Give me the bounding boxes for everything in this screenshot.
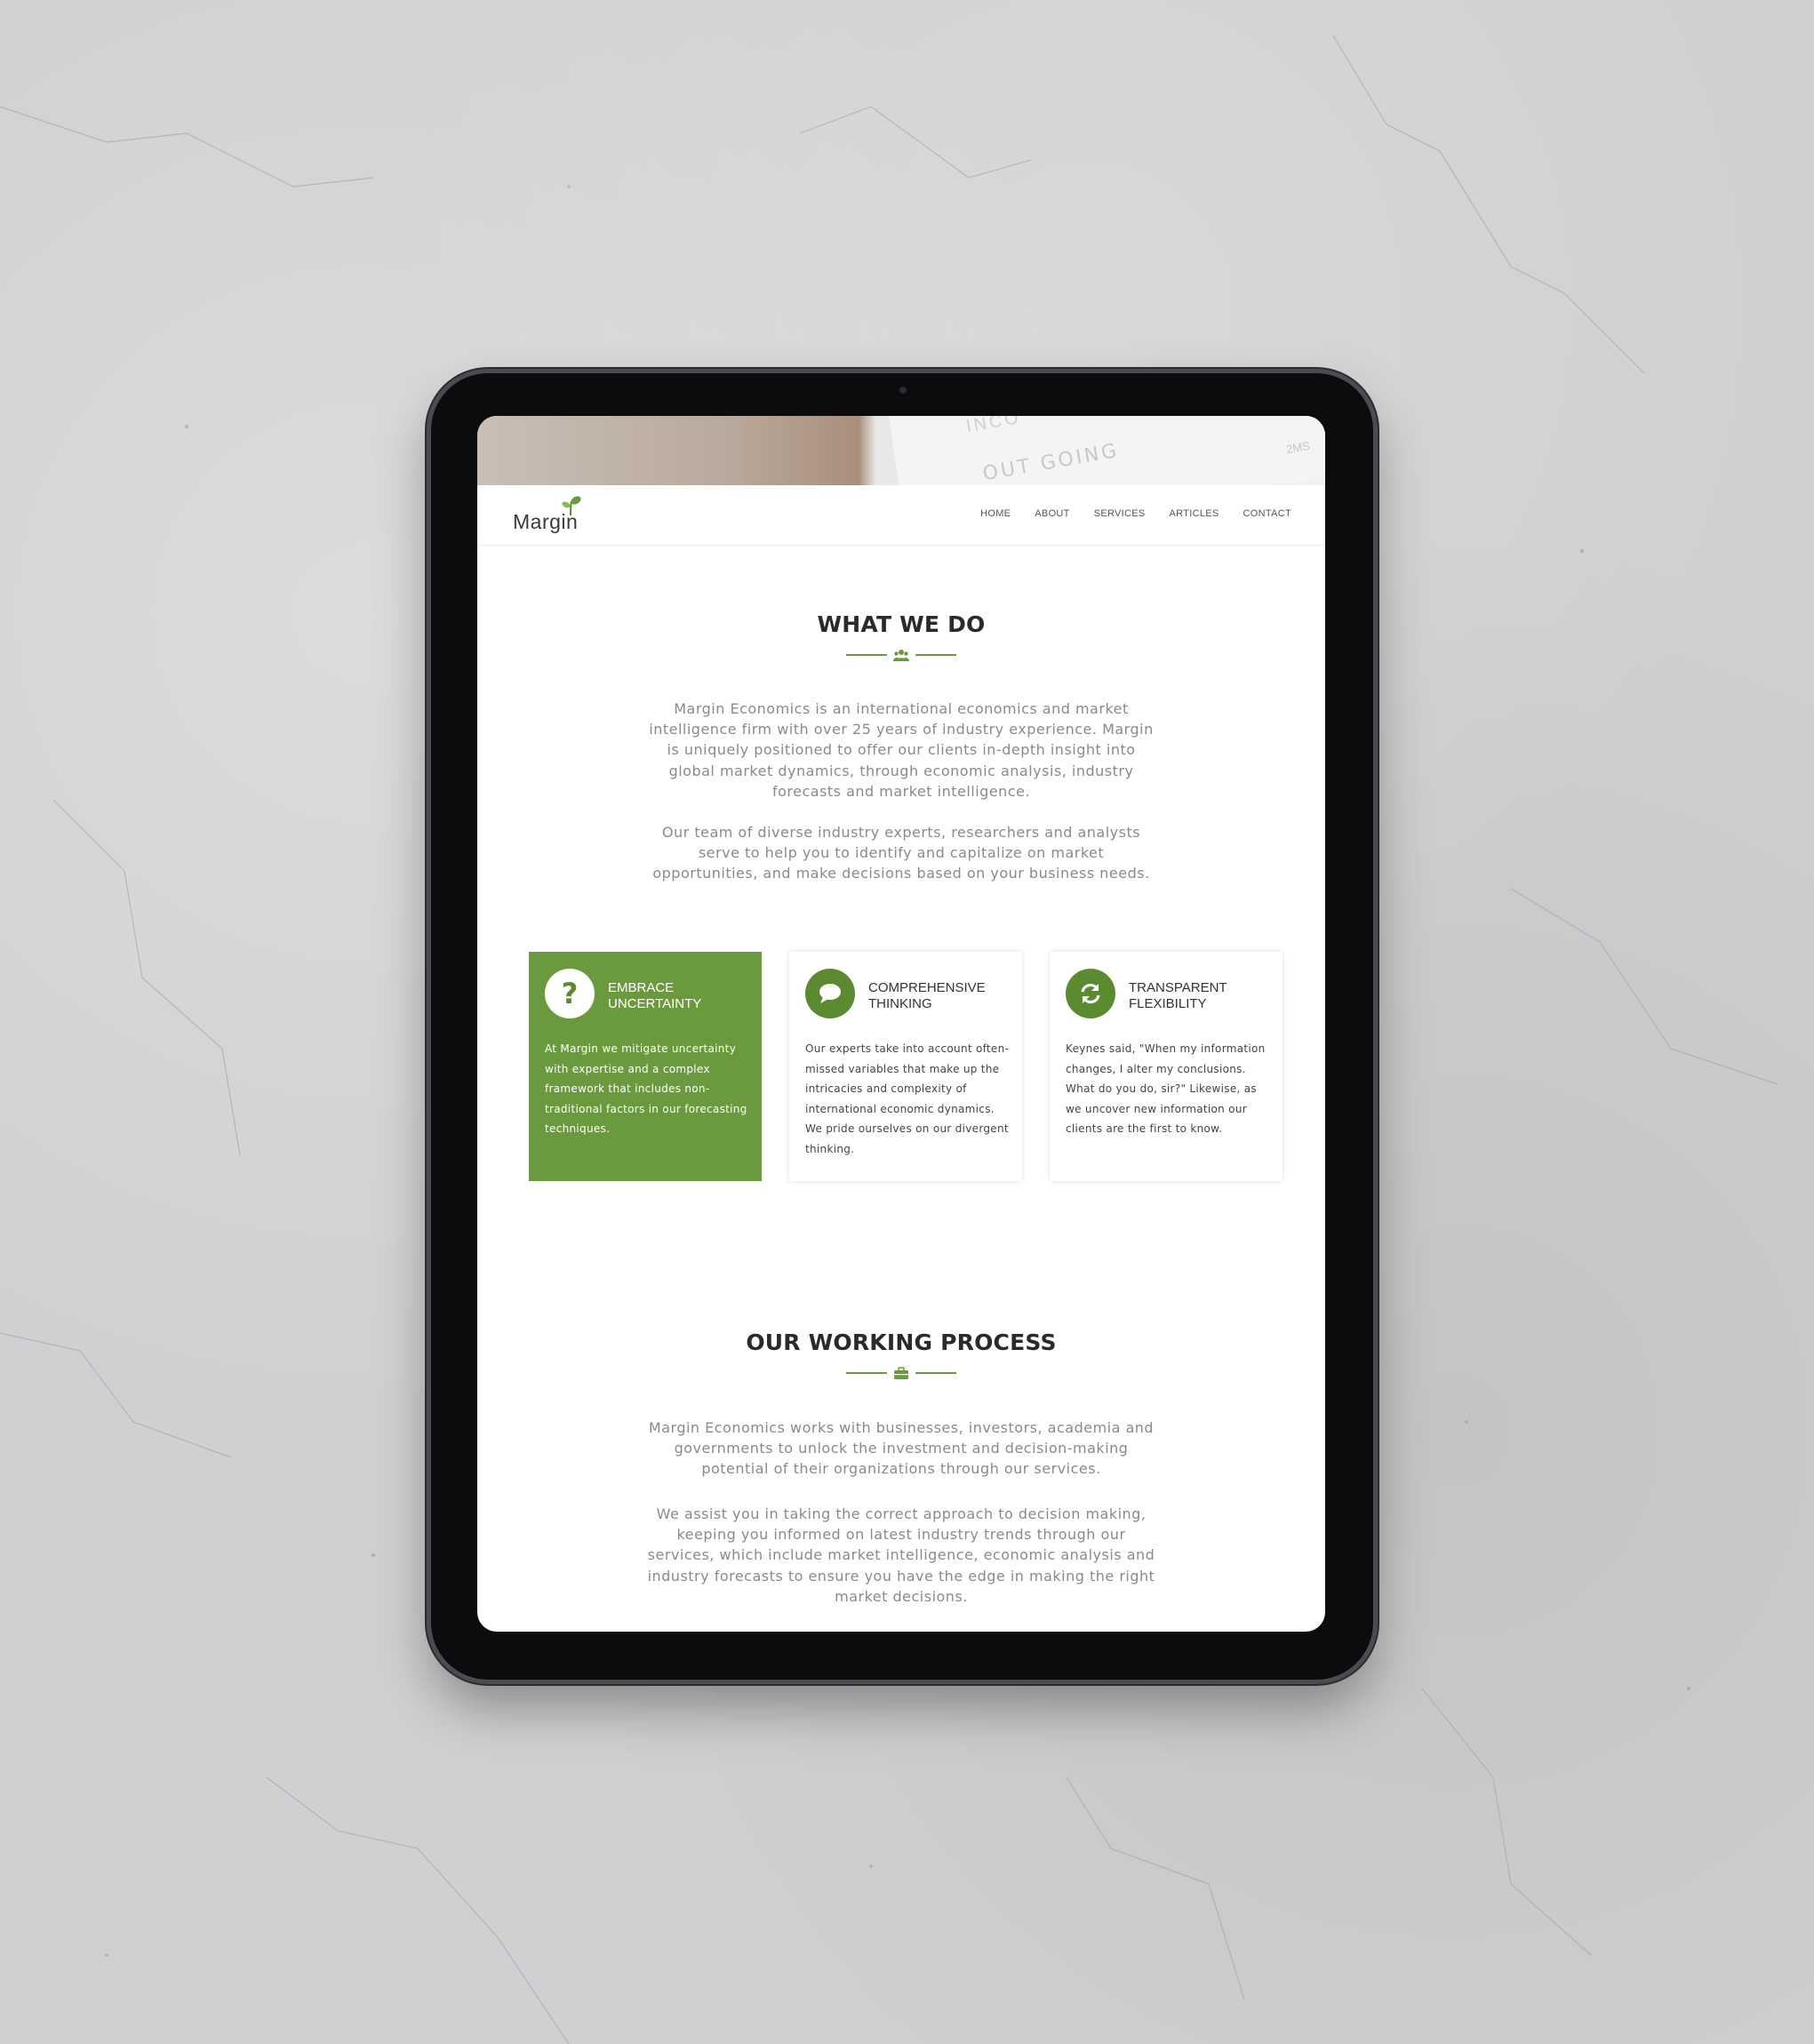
main-nav: HOME ABOUT SERVICES ARTICLES CONTACT — [980, 508, 1291, 519]
nav-item-services[interactable]: SERVICES — [1094, 508, 1146, 519]
tablet-device: INCO OUT GOING 2MS Margin HOME ABOUT SER… — [431, 373, 1373, 1680]
working-process-paragraph-1: Margin Economics works with businesses, … — [648, 1419, 1155, 1478]
front-camera — [899, 387, 907, 394]
card-title: COMPREHENSIVE THINKING — [868, 980, 986, 1011]
website-screen: INCO OUT GOING 2MS Margin HOME ABOUT SER… — [477, 416, 1325, 1632]
question-icon: ? — [561, 977, 579, 1010]
nav-item-home[interactable]: HOME — [980, 508, 1011, 519]
briefcase-icon — [894, 1367, 908, 1379]
card-icon-circle — [1066, 969, 1115, 1018]
card-text: Our experts take into account often-miss… — [805, 1042, 1010, 1155]
what-we-do-title: WHAT WE DO — [817, 611, 986, 637]
card-comprehensive-thinking[interactable]: COMPREHENSIVE THINKING Our experts take … — [789, 952, 1022, 1181]
card-icon-circle — [805, 969, 855, 1018]
margin-logo[interactable]: Margin — [513, 494, 584, 535]
nav-item-contact[interactable]: CONTACT — [1243, 508, 1291, 519]
card-icon-circle: ? — [545, 969, 595, 1018]
what-we-do-paragraph-2: Our team of diverse industry experts, re… — [652, 824, 1150, 882]
card-title: TRANSPARENT FLEXIBILITY — [1129, 980, 1227, 1011]
card-transparent-flexibility[interactable]: TRANSPARENT FLEXIBILITY Keynes said, "Wh… — [1050, 952, 1283, 1181]
card-embrace-uncertainty[interactable]: ? EMBRACE UNCERTAINTY At Margin we mitig… — [529, 952, 762, 1181]
working-process-paragraph-2: We assist you in taking the correct appr… — [647, 1505, 1155, 1605]
working-process-title: OUR WORKING PROCESS — [746, 1329, 1057, 1355]
what-we-do-paragraph-1: Margin Economics is an international eco… — [649, 700, 1154, 800]
nav-item-articles[interactable]: ARTICLES — [1170, 508, 1219, 519]
people-group-icon — [893, 650, 909, 661]
card-text: At Margin we mitigate uncertainty with e… — [545, 1042, 747, 1135]
what-we-do-divider — [846, 649, 956, 661]
site-header: Margin HOME ABOUT SERVICES ARTICLES CONT… — [477, 485, 1325, 546]
chat-bubble-icon — [819, 984, 841, 1003]
nav-item-about[interactable]: ABOUT — [1035, 508, 1069, 519]
hero-banner-image: INCO OUT GOING 2MS — [477, 416, 1325, 537]
card-title: EMBRACE UNCERTAINTY — [608, 980, 702, 1011]
refresh-icon — [1081, 983, 1100, 1004]
card-text: Keynes said, "When my information change… — [1066, 1042, 1266, 1135]
working-process-divider — [846, 1367, 956, 1379]
leaf-icon — [562, 496, 581, 516]
